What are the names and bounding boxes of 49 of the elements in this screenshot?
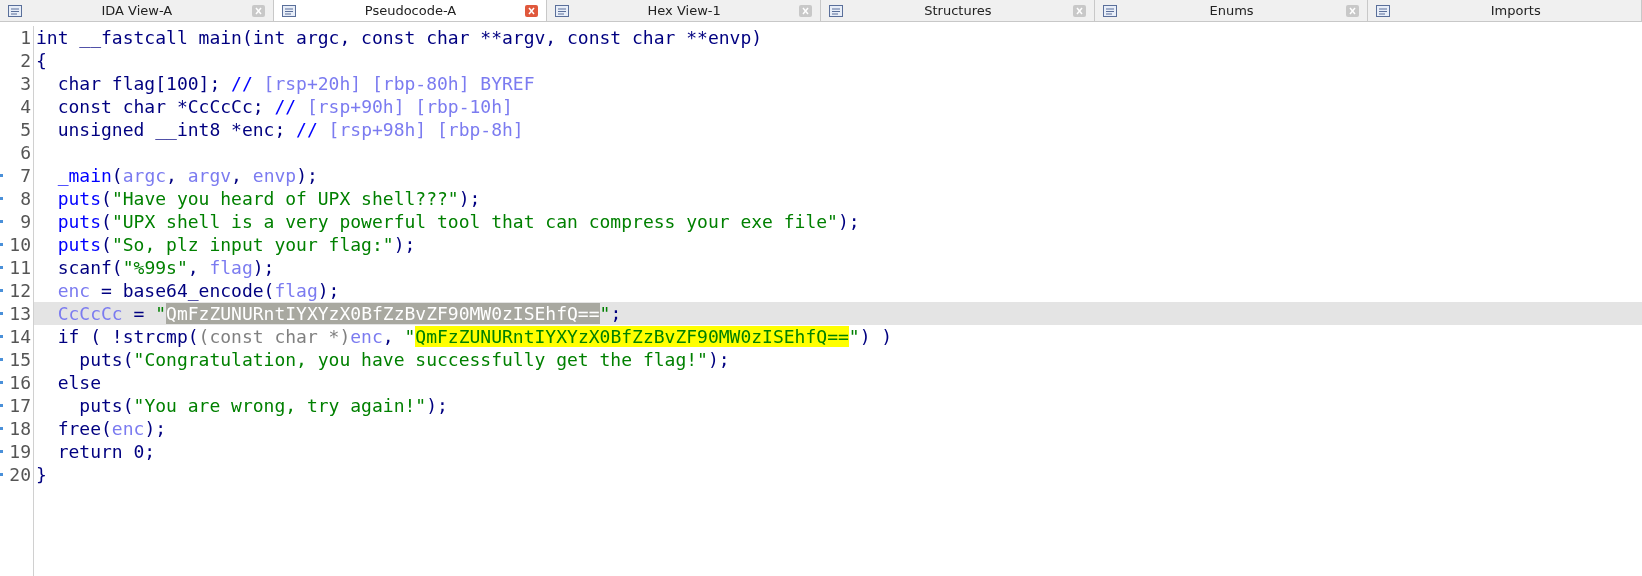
code-line: puts("Congratulation, you have successfully get the flag!");: [78, 349, 730, 370]
line-number: 11: [9, 256, 31, 279]
tab[interactable]: Pseudocode-A: [273, 0, 548, 21]
line-number: 15: [9, 348, 31, 371]
line-number: 17: [9, 394, 31, 417]
code-line: return 0;: [56, 441, 156, 462]
close-icon[interactable]: [525, 4, 539, 17]
document-icon: [1102, 4, 1117, 17]
close-icon[interactable]: [1346, 4, 1360, 17]
line-number: 13: [9, 302, 31, 325]
document-icon: [1376, 4, 1391, 17]
code-line: int __fastcall main(int argc, const char **argv, const char **envp): [36, 27, 763, 48]
line-number: 3: [20, 72, 31, 95]
line-number: 4: [20, 95, 31, 118]
code-line: else: [56, 372, 102, 393]
line-number: 1: [20, 26, 31, 49]
line-number: 8: [20, 187, 31, 210]
document-icon: [8, 4, 22, 17]
document-icon: [555, 4, 570, 17]
close-icon[interactable]: [251, 4, 265, 17]
code-line: enc = base64_encode(flag);: [56, 280, 340, 301]
code-line: const char *CcCcCc; // [rsp+90h] [rbp-10h]: [56, 96, 513, 117]
line-number: 10: [9, 233, 31, 256]
document-icon: [281, 4, 296, 17]
line-number: 20: [9, 463, 31, 486]
line-number: 2: [20, 49, 31, 72]
code-line: }: [36, 464, 47, 485]
code-line: puts("You are wrong, try again!");: [78, 395, 448, 416]
line-number: 18: [9, 417, 31, 440]
close-icon[interactable]: [799, 4, 812, 17]
line-number: 14: [9, 325, 31, 348]
line-number: 5: [20, 118, 31, 141]
code-line: puts("UPX shell is a very powerful tool that can compress your exe file");: [56, 211, 860, 232]
code-line: unsigned __int8 *enc; // [rsp+98h] [rbp-8h]: [56, 119, 524, 140]
line-number: 12: [9, 279, 31, 302]
line-number: 9: [20, 210, 31, 233]
code-line: char flag[100]; // [rsp+20h] [rbp-80h] BYREF: [56, 73, 535, 94]
code-line: _main(argc, argv, envp);: [56, 165, 318, 186]
line-number: 16: [9, 371, 31, 394]
code-line: scanf("%99s", flag);: [56, 257, 275, 278]
code-line: puts("Have you heard of UPX shell???");: [56, 188, 481, 209]
code-line: puts("So, plz input your flag:");: [56, 234, 416, 255]
line-number: 19: [9, 440, 31, 463]
line-number: 6: [20, 141, 31, 164]
line-number: 7: [20, 164, 31, 187]
close-icon[interactable]: [1072, 4, 1086, 17]
document-icon: [829, 4, 843, 17]
code-line: free(enc);: [56, 418, 167, 439]
code-line: {: [36, 50, 47, 71]
